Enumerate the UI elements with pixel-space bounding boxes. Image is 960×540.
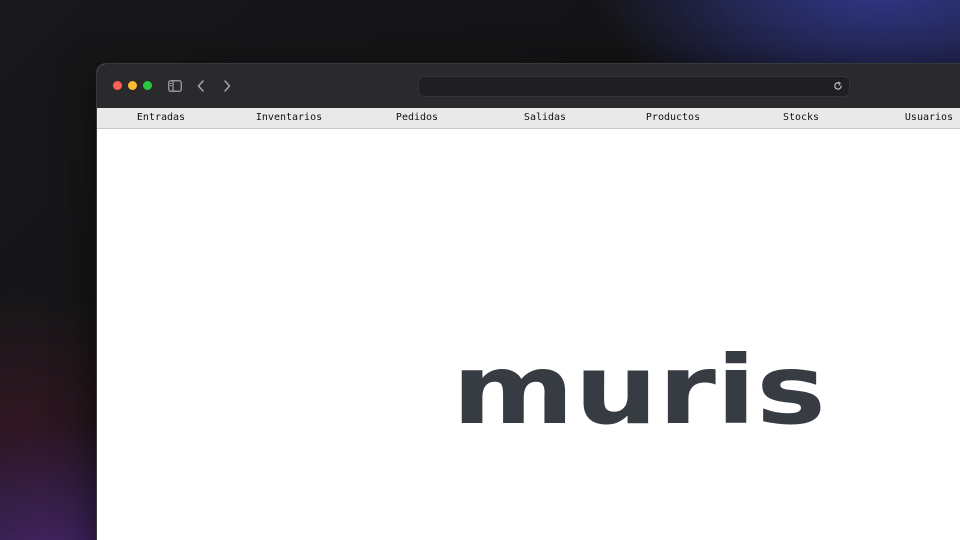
- maximize-window-button[interactable]: [143, 81, 152, 90]
- nav-link-entradas[interactable]: Entradas: [137, 108, 185, 128]
- address-bar[interactable]: [418, 76, 850, 97]
- page-content: muris: [97, 129, 960, 540]
- minimize-window-button[interactable]: [128, 81, 137, 90]
- nav-link-pedidos[interactable]: Pedidos: [396, 108, 438, 128]
- title-bar: [97, 64, 960, 109]
- reload-icon[interactable]: [831, 79, 845, 93]
- nav-link-inventarios[interactable]: Inventarios: [256, 108, 322, 128]
- sidebar-icon[interactable]: [165, 76, 185, 96]
- nav-link-salidas[interactable]: Salidas: [524, 108, 566, 128]
- logo-wordmark: muris: [452, 351, 826, 425]
- chevron-right-icon[interactable]: [217, 76, 237, 96]
- brand-logo: muris: [450, 334, 828, 446]
- nav-link-productos[interactable]: Productos: [646, 108, 700, 128]
- nav-link-usuarios[interactable]: Usuarios: [905, 108, 953, 128]
- browser-window: Entradas Inventarios Pedidos Salidas Pro…: [96, 63, 960, 540]
- close-window-button[interactable]: [113, 81, 122, 90]
- main-nav: Entradas Inventarios Pedidos Salidas Pro…: [97, 108, 960, 129]
- nav-link-stocks[interactable]: Stocks: [783, 108, 819, 128]
- chevron-left-icon[interactable]: [191, 76, 211, 96]
